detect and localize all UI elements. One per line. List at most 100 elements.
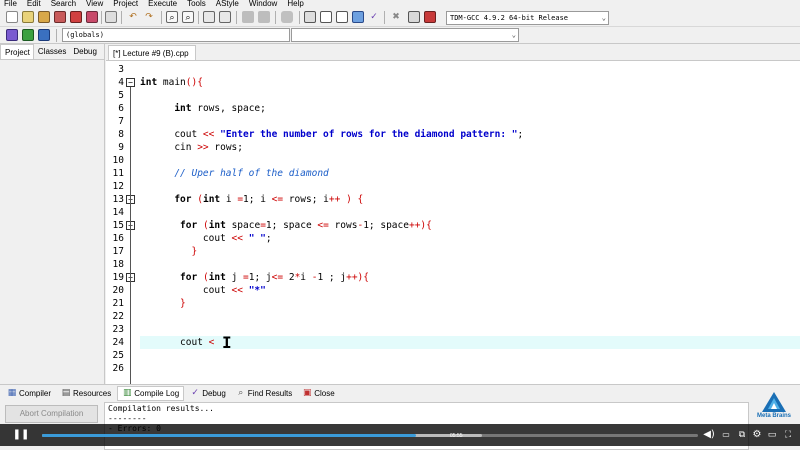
editor-file-tab[interactable]: [*] Lecture #9 (B).cpp (108, 45, 196, 60)
captions-icon[interactable]: ▭ (720, 428, 732, 442)
brand-name: Meta Brains (756, 413, 791, 419)
settings-gear-icon[interactable]: ⚙ (751, 428, 763, 442)
volume-icon[interactable]: ◀) (703, 428, 715, 442)
line-number: 19 (112, 272, 124, 283)
tab-resources-label: Resources (73, 388, 112, 398)
code-line: int main(){ (140, 77, 203, 88)
line-number: 24 (112, 337, 124, 348)
compiler-select[interactable]: TDM-GCC 4.9.2 64-bit Release ⌄ (446, 11, 609, 25)
menu-execute[interactable]: Execute (148, 0, 177, 8)
menu-window[interactable]: Window (249, 0, 277, 8)
find-icon[interactable]: ⌕ (166, 11, 178, 23)
code-line: } (180, 298, 186, 309)
left-panel-tabs: Project Classes Debug (0, 44, 104, 60)
compile-icon[interactable] (304, 11, 316, 23)
scope-select[interactable]: (globals) (62, 28, 290, 42)
tab-compile-log[interactable]: ▥ Compile Log (117, 385, 185, 401)
menu-tools[interactable]: Tools (187, 0, 206, 8)
compile-run-icon[interactable] (336, 11, 348, 23)
debug-icon[interactable] (424, 11, 436, 23)
menu-project[interactable]: Project (113, 0, 138, 8)
unindent-icon[interactable] (258, 11, 270, 23)
video-played-bar (42, 434, 416, 437)
redo-icon[interactable]: ↷ (143, 11, 155, 23)
menu-help[interactable]: Help (287, 0, 303, 8)
bookmark-icon[interactable] (219, 11, 231, 23)
compiler-select-value: TDM-GCC 4.9.2 64-bit Release (450, 14, 569, 22)
resources-icon: ▤ (61, 388, 71, 398)
menu-edit[interactable]: Edit (27, 0, 41, 8)
line-number: 20 (112, 285, 124, 296)
line-number: 23 (112, 324, 124, 335)
goto-line-icon[interactable] (203, 11, 215, 23)
theater-mode-icon[interactable]: ▭ (766, 428, 778, 442)
close-all-icon[interactable] (86, 11, 98, 23)
tab-project[interactable]: Project (0, 44, 34, 59)
code-line: // Uper half of the diamond (174, 168, 329, 179)
toggle-comment-icon[interactable] (281, 11, 293, 23)
replace-icon[interactable]: ⌕ (182, 11, 194, 23)
abort-compilation-button[interactable]: Abort Compilation (5, 405, 98, 423)
tab-debug-output[interactable]: ✓ Debug (186, 386, 230, 401)
new-file-icon[interactable] (6, 11, 18, 23)
menu-search[interactable]: Search (51, 0, 76, 8)
save-all-icon[interactable] (54, 11, 66, 23)
run-icon[interactable] (320, 11, 332, 23)
menu-file[interactable]: File (4, 0, 17, 8)
line-number: 9 (118, 142, 124, 153)
line-number: 3 (118, 64, 124, 75)
open-file-icon[interactable] (22, 11, 34, 23)
project-browser-panel: Project Classes Debug (0, 44, 105, 384)
function-select[interactable]: ⌄ (291, 28, 519, 42)
tab-find-results-label: Find Results (247, 388, 293, 398)
compile-log-icon: ▥ (123, 388, 132, 398)
line-number: 14 (112, 207, 124, 218)
menu-view[interactable]: View (86, 0, 103, 8)
tab-compiler[interactable]: ▦ Compiler (3, 386, 55, 401)
toggle-bookmark-icon[interactable] (22, 29, 34, 41)
menu-astyle[interactable]: AStyle (216, 0, 239, 8)
close-file-icon[interactable] (70, 11, 82, 23)
bottom-panel-tabs: ▦ Compiler ▤ Resources ▥ Compile Log ✓ Debug… (0, 384, 800, 401)
menu-bar: File Edit Search View Project Execute To… (0, 0, 800, 8)
line-number: 11 (112, 168, 124, 179)
code-line: } (180, 246, 198, 257)
line-number: 15 (112, 220, 124, 231)
video-progress-track[interactable]: 05:55 (42, 433, 698, 439)
line-number: 13 (112, 194, 124, 205)
rebuild-icon[interactable] (352, 11, 364, 23)
tab-resources[interactable]: ▤ Resources (57, 386, 115, 401)
picture-in-picture-icon[interactable]: ⧉ (736, 428, 748, 442)
tab-classes[interactable]: Classes (34, 44, 69, 59)
goto-bookmark-icon[interactable] (38, 29, 50, 41)
find-results-icon: ⌕ (238, 388, 244, 398)
tab-find-results[interactable]: ⌕ Find Results (232, 386, 296, 401)
tab-compile-log-label: Compile Log (134, 388, 180, 398)
stop-execution-icon[interactable]: ✖ (390, 11, 402, 23)
line-number: 18 (112, 259, 124, 270)
text-cursor-icon: I (222, 333, 232, 352)
undo-icon[interactable]: ↶ (127, 11, 139, 23)
tab-debug[interactable]: Debug (69, 44, 100, 59)
video-player-controls: ❚❚ 05:55 ◀) ▭ ⧉ ⚙ ▭ ⛶ (0, 424, 800, 446)
code-line: cout < (140, 337, 215, 348)
line-number: 8 (118, 129, 124, 140)
line-number: 17 (112, 246, 124, 257)
print-icon[interactable] (105, 11, 117, 23)
main-toolbar: ↶ ↷ ⌕ ⌕ ✓ ✖ TDM-GCC 4.9.2 64-bit Release… (0, 8, 800, 27)
code-line: for (int space=1; space <= rows-1; space… (180, 220, 432, 231)
check-syntax-icon[interactable]: ✓ (368, 11, 380, 23)
code-editor[interactable]: 3 4− int main(){5 6 int rows, space; 7 8 cout… (106, 60, 800, 384)
fullscreen-icon[interactable]: ⛶ (782, 428, 794, 442)
fold-toggle-icon[interactable]: − (126, 78, 135, 87)
indent-icon[interactable] (242, 11, 254, 23)
pause-icon[interactable]: ❚❚ (11, 428, 31, 442)
save-icon[interactable] (38, 11, 50, 23)
insert-icon[interactable] (6, 29, 18, 41)
tab-close[interactable]: ▣ Close (298, 386, 338, 401)
line-number: 4 (118, 77, 124, 88)
code-line: cin >> rows; (140, 142, 243, 153)
code-line: cout << " "; (140, 233, 272, 244)
tab-debug-label: Debug (202, 388, 226, 398)
profile-icon[interactable] (408, 11, 420, 23)
